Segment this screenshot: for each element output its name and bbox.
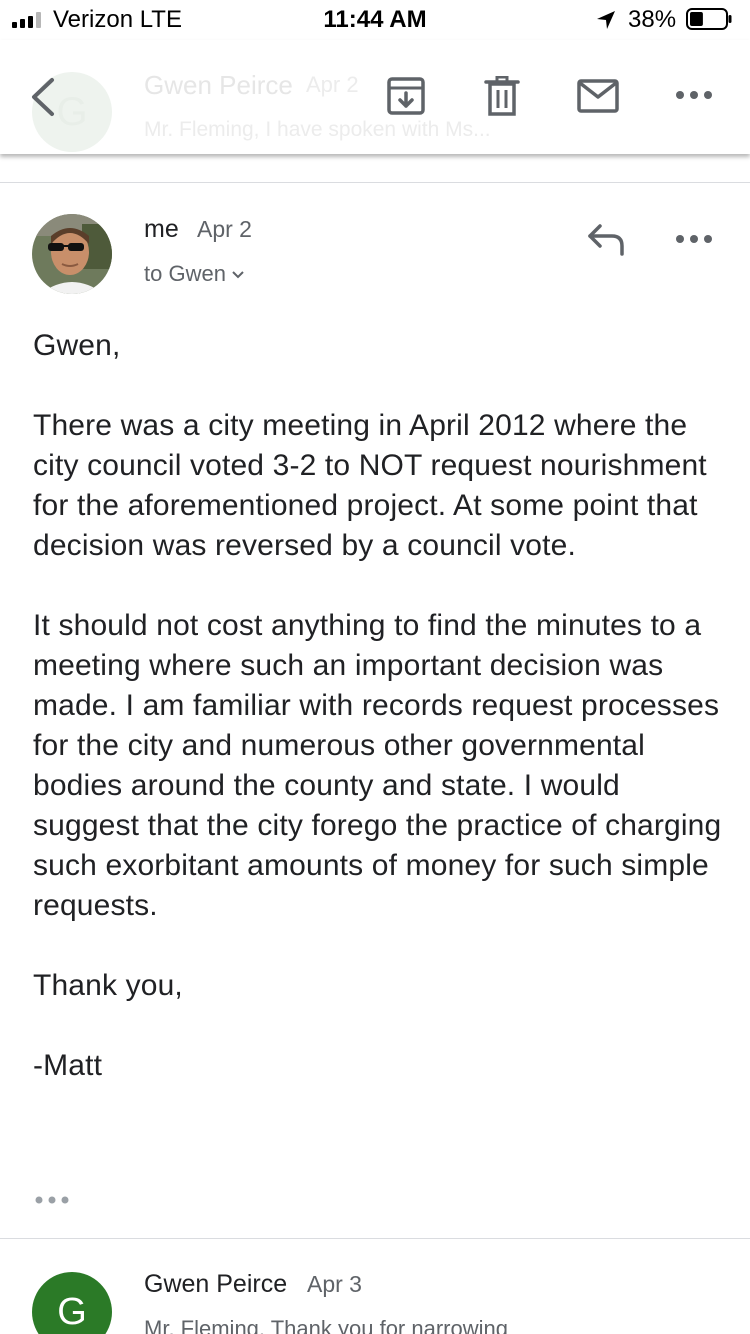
divider [0, 182, 750, 183]
sender-avatar: G [32, 1272, 112, 1334]
recipient-label: to Gwen [144, 261, 226, 286]
archive-icon[interactable] [386, 76, 426, 116]
next-sender-name[interactable]: Gwen Peirce [144, 1270, 287, 1299]
next-message-date: Apr 3 [307, 1271, 362, 1297]
chevron-down-icon [232, 271, 244, 279]
back-arrow-icon[interactable] [22, 72, 66, 122]
divider [0, 1238, 750, 1239]
battery-icon [686, 8, 732, 30]
body-paragraph: It should not cost anything to find the … [33, 609, 722, 922]
show-quoted-text-icon[interactable] [34, 1192, 70, 1208]
recipient-details-toggle[interactable]: to Gwen [144, 261, 244, 287]
previous-message-date: Apr 2 [306, 72, 359, 97]
message-toolbar: G Gwen Peirce Apr 2 Mr. Fleming, I have … [0, 40, 750, 154]
mark-unread-icon[interactable] [576, 78, 620, 114]
previous-message-snippet: Mr. Fleming, I have spoken with Ms... [144, 118, 491, 141]
location-arrow-icon [597, 11, 615, 29]
avatar [32, 214, 112, 294]
battery-percent: 38% [628, 6, 677, 33]
previous-sender-name: Gwen Peirce [144, 70, 293, 100]
more-options-icon[interactable] [672, 80, 716, 110]
message-body: Gwen, There was a city meeting in April … [33, 326, 723, 1126]
sender-name: me [144, 215, 179, 243]
status-bar: Verizon LTE 11:44 AM 38% [0, 0, 750, 40]
body-paragraph: There was a city meeting in April 2012 w… [33, 409, 707, 562]
next-message-snippet[interactable]: Mr. Fleming, Thank you for narrowing [144, 1316, 508, 1334]
message-date: Apr 2 [197, 216, 252, 242]
message-more-options-icon[interactable] [672, 224, 716, 254]
greeting: Gwen, [33, 329, 121, 362]
closing: Thank you, [33, 969, 183, 1002]
trash-icon[interactable] [482, 76, 522, 116]
reply-icon[interactable] [586, 222, 626, 256]
signature: -Matt [33, 1049, 103, 1082]
battery-level-fill [690, 12, 703, 26]
sender-photo-image [32, 214, 112, 294]
